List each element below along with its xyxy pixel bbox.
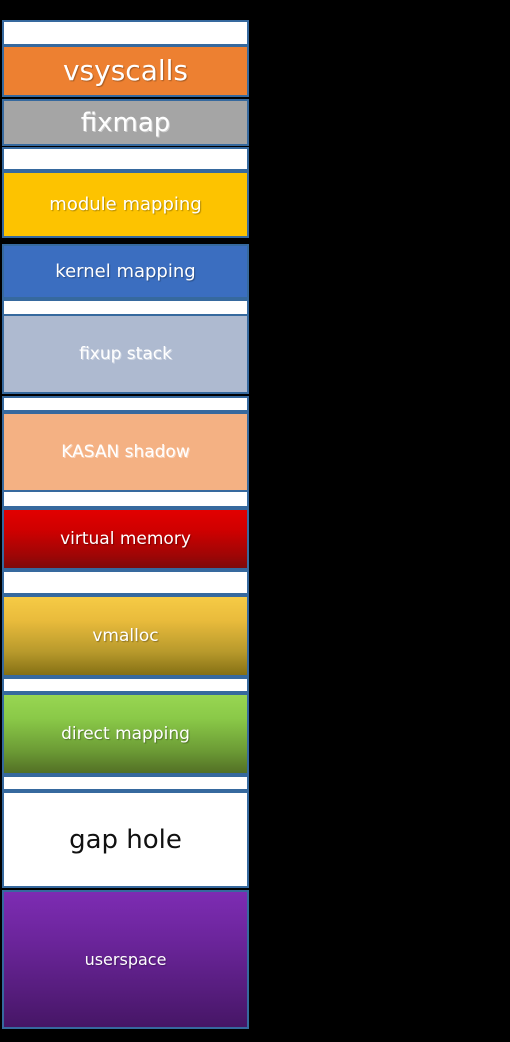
region-label-fixmap: fixmap — [81, 110, 171, 136]
spacer-5 — [2, 570, 249, 595]
region-fixmap[interactable]: fixmap — [2, 99, 249, 146]
region-kernel-mapping[interactable]: kernel mapping — [2, 244, 249, 299]
region-vsyscalls[interactable]: vsyscalls — [2, 45, 249, 97]
region-fixup-stack[interactable]: fixup stack — [2, 314, 249, 394]
region-module-mapping[interactable]: module mapping — [2, 171, 249, 238]
spacer-7 — [2, 775, 249, 791]
spacer-1 — [2, 147, 249, 171]
spacer-top — [2, 20, 249, 46]
spacer-4 — [2, 490, 249, 508]
region-label-gap-hole: gap hole — [69, 827, 182, 853]
region-label-kernel-mapping: kernel mapping — [55, 263, 195, 281]
region-label-userspace: userspace — [85, 952, 167, 968]
region-label-module-mapping: module mapping — [49, 196, 201, 214]
region-label-vsyscalls: vsyscalls — [63, 57, 188, 85]
memory-layout-diagram: vsyscalls fixmap module mapping kernel m… — [0, 0, 510, 1042]
region-gap-hole[interactable]: gap hole — [2, 791, 249, 888]
region-userspace[interactable]: userspace — [2, 890, 249, 1029]
region-label-vmalloc: vmalloc — [92, 628, 158, 645]
region-vmalloc[interactable]: vmalloc — [2, 595, 249, 677]
region-label-virtual-memory: virtual memory — [60, 531, 191, 548]
spacer-6 — [2, 677, 249, 693]
region-virtual-memory[interactable]: virtual memory — [2, 508, 249, 570]
region-kasan-shadow[interactable]: KASAN shadow — [2, 412, 249, 492]
region-direct-mapping[interactable]: direct mapping — [2, 693, 249, 775]
region-label-fixup-stack: fixup stack — [79, 346, 172, 363]
spacer-3 — [2, 396, 249, 412]
region-label-kasan-shadow: KASAN shadow — [61, 444, 189, 461]
region-label-direct-mapping: direct mapping — [61, 726, 190, 743]
